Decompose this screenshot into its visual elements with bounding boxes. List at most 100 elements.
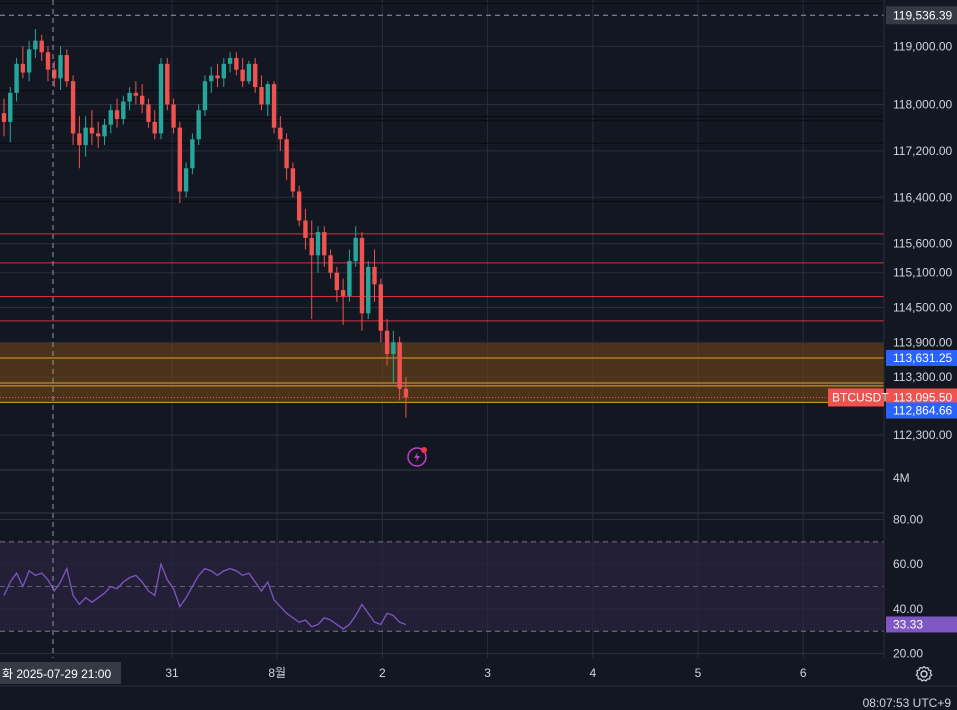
candle-body <box>108 110 113 125</box>
time-tick-label: 6 <box>800 666 807 680</box>
price-tick-label: 119,000.00 <box>893 39 952 53</box>
candle-body <box>315 232 321 256</box>
candle-body <box>322 232 327 256</box>
price-tick-label: 112,300.00 <box>893 428 952 442</box>
candle-body <box>26 49 32 73</box>
candle-body <box>328 255 333 273</box>
candle-body <box>133 92 139 96</box>
time-tick-label: 31 <box>165 666 179 680</box>
candle-body <box>340 290 346 296</box>
candle-body <box>58 55 63 79</box>
candle-body <box>190 139 195 169</box>
rsi-value-label: 33.33 <box>893 617 923 631</box>
rsi-tick-label: 60.00 <box>893 557 923 571</box>
time-tick-label: 5 <box>695 666 702 680</box>
alert-dot-icon <box>421 447 427 453</box>
candle-body <box>45 52 51 70</box>
candle-body <box>246 63 252 82</box>
candle-body <box>309 237 314 256</box>
candle-body <box>146 104 151 122</box>
candle-body <box>265 84 270 105</box>
candle-body <box>296 191 302 221</box>
time-tick-label: 2 <box>379 666 386 680</box>
gear-icon <box>915 665 933 682</box>
time-tick-label: 4 <box>589 666 596 680</box>
time-axis: 31 8월 2 3 4 5 6 화 2025-07-29 21:00 <box>0 658 957 710</box>
candle-body <box>227 58 233 64</box>
candle-body <box>403 388 409 398</box>
settings-button[interactable] <box>913 663 935 685</box>
time-axis-bg <box>0 658 957 710</box>
candle-body <box>221 63 226 79</box>
candle-body <box>290 168 296 192</box>
time-tick-label: 8월 <box>268 666 286 680</box>
candle-body <box>359 237 365 314</box>
candle-body <box>303 220 308 238</box>
candle-body <box>171 104 176 128</box>
candle-body <box>366 266 371 314</box>
candle-body <box>378 284 383 331</box>
candle-body <box>64 55 69 82</box>
candle-body <box>271 84 277 128</box>
candle-body <box>384 330 390 354</box>
clock: 08:07:53 UTC+9 <box>862 696 951 710</box>
candle-body <box>284 139 289 169</box>
candle-body <box>278 127 283 140</box>
candle-body <box>334 272 340 291</box>
candle-body <box>70 81 76 134</box>
candle-body <box>139 95 145 105</box>
rsi-tick-label: 40.00 <box>893 602 923 616</box>
candle-body <box>259 87 264 105</box>
candle-body <box>372 266 377 285</box>
candle-body <box>183 168 189 192</box>
candle-body <box>215 75 220 79</box>
volume-label: 4M <box>893 471 910 485</box>
candle-body <box>127 92 132 102</box>
price-tick-label: 115,600.00 <box>893 237 952 251</box>
alert-high-label: 113,631.25 <box>893 351 952 365</box>
candle-body <box>353 237 358 262</box>
candle-body <box>152 121 157 134</box>
price-tick-label: 116,400.00 <box>893 190 952 204</box>
candle-body <box>209 75 214 82</box>
price-tick-label: 113,300.00 <box>893 370 952 384</box>
candle-body <box>14 63 19 93</box>
candle-body <box>202 81 208 111</box>
candle-body <box>89 127 95 134</box>
candle-body <box>240 69 245 82</box>
candle-body <box>20 63 26 73</box>
candle-body <box>397 342 402 389</box>
candle-body <box>83 127 88 146</box>
candle-body <box>196 110 201 140</box>
price-tick-label: 114,500.00 <box>893 301 952 315</box>
candle-body <box>347 261 352 296</box>
candle-body <box>177 127 183 192</box>
price-tick-label: 118,000.00 <box>893 97 952 111</box>
time-tick-label: 3 <box>484 666 491 680</box>
last-price-label: 113,095.50 <box>893 390 952 404</box>
price-tick-label: 115,100.00 <box>893 266 952 280</box>
trading-chart[interactable]: 119,000.00 118,000.00 117,200.00 116,400.00… <box>0 0 957 710</box>
candle-body <box>1 113 7 122</box>
candle-body <box>33 40 38 50</box>
price-tick-label: 117,200.00 <box>893 144 952 158</box>
support-zone <box>0 342 884 403</box>
candle-body <box>102 124 107 137</box>
candle-body <box>158 63 164 134</box>
alert-low-label: 112,864.66 <box>893 403 952 417</box>
candle-body <box>234 58 239 70</box>
candle-body <box>114 110 120 119</box>
candle-body <box>8 92 13 122</box>
crosshair-price-label: 119,536.39 <box>893 8 952 22</box>
crosshair-time-label: 화 2025-07-29 21:00 <box>2 667 111 681</box>
rsi-band <box>0 541 884 632</box>
candle-body <box>121 101 126 119</box>
candle-body <box>165 63 170 105</box>
candle-body <box>39 40 44 53</box>
candle-body <box>77 133 82 146</box>
candle-body <box>253 63 258 88</box>
symbol-tag: BTCUSDT <box>832 390 889 404</box>
rsi-tick-label: 80.00 <box>893 512 923 526</box>
candle-body <box>96 133 101 137</box>
price-tick-label: 113,900.00 <box>893 335 952 349</box>
